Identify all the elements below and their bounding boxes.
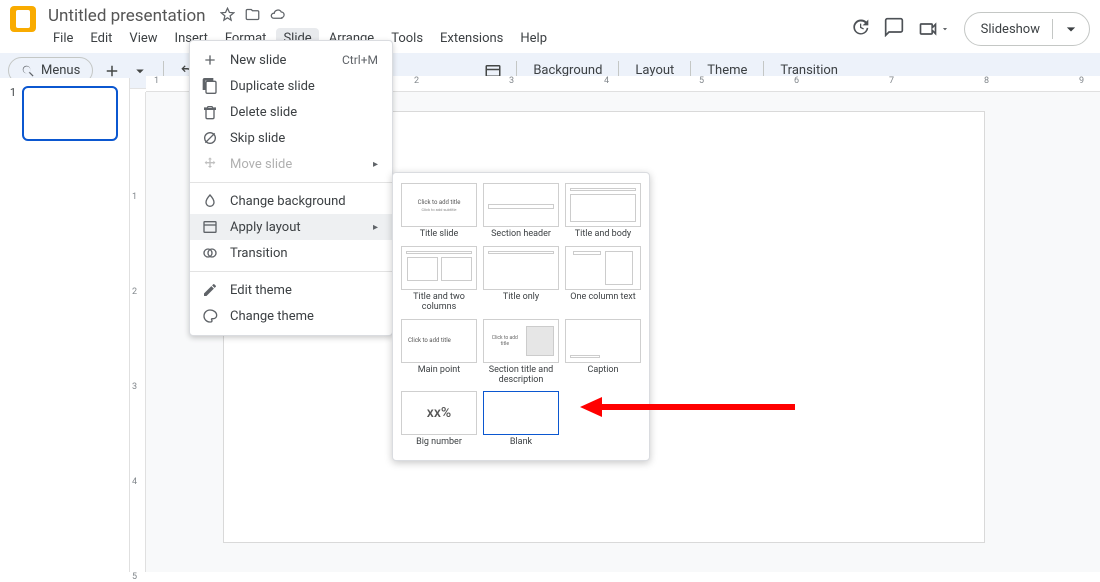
menu-label: Move slide (230, 157, 292, 172)
menu-label: Change background (230, 194, 346, 209)
menu-label: Apply layout (230, 220, 301, 235)
menu-label: Transition (230, 246, 288, 261)
layout-icon (202, 219, 218, 235)
layout-section-header[interactable]: Section header (483, 183, 559, 240)
thumb-number: 1 (6, 86, 16, 141)
menu-edit[interactable]: Edit (83, 28, 119, 49)
menu-delete-slide[interactable]: Delete slide (190, 99, 392, 125)
shortcut-label: Ctrl+M (342, 53, 378, 67)
menu-skip-slide[interactable]: Skip slide (190, 125, 392, 151)
menu-transition[interactable]: Transition (190, 240, 392, 266)
comments-icon[interactable] (884, 17, 904, 41)
slideshow-button[interactable]: Slideshow (964, 12, 1090, 46)
menu-label: Skip slide (230, 131, 285, 146)
app-header: Untitled presentation File Edit View Ins… (0, 0, 1100, 49)
menus-label: Menus (41, 63, 80, 78)
layout-blank[interactable]: Blank (483, 391, 559, 448)
layout-title-only[interactable]: Title only (483, 246, 559, 313)
layout-big-number[interactable]: xx% Big number (401, 391, 477, 448)
chevron-right-icon: ▸ (373, 159, 378, 170)
meet-button[interactable] (918, 19, 950, 39)
duplicate-icon (202, 78, 218, 94)
layout-two-columns[interactable]: Title and two columns (401, 246, 477, 313)
menu-duplicate-slide[interactable]: Duplicate slide (190, 73, 392, 99)
move-folder-icon[interactable] (245, 7, 260, 26)
menu-label: Edit theme (230, 283, 292, 298)
layout-title-body[interactable]: Title and body (565, 183, 641, 240)
slide-thumbnail[interactable] (22, 86, 118, 141)
menu-change-background[interactable]: Change background (190, 188, 392, 214)
hide-icon (202, 130, 218, 146)
star-icon[interactable] (220, 7, 235, 26)
menu-help[interactable]: Help (513, 28, 554, 49)
menu-edit-theme[interactable]: Edit theme (190, 277, 392, 303)
caret-down-icon (940, 24, 950, 34)
slides-logo[interactable] (10, 6, 36, 32)
layout-main-point[interactable]: Click to add title Main point (401, 319, 477, 386)
menu-file[interactable]: File (46, 28, 80, 49)
move-icon (202, 156, 218, 172)
chevron-right-icon: ▸ (373, 222, 378, 233)
menu-extensions[interactable]: Extensions (433, 28, 510, 49)
doc-title[interactable]: Untitled presentation (46, 6, 208, 26)
palette-icon (202, 308, 218, 324)
menu-move-slide: Move slide ▸ (190, 151, 392, 177)
cloud-status-icon[interactable] (270, 7, 285, 26)
layout-caption[interactable]: Caption (565, 319, 641, 386)
slide-menu: New slide Ctrl+M Duplicate slide Delete … (189, 40, 393, 336)
annotation-arrow (580, 400, 795, 414)
slideshow-label: Slideshow (981, 22, 1040, 37)
menu-change-theme[interactable]: Change theme (190, 303, 392, 329)
history-icon[interactable] (850, 17, 870, 41)
search-icon (21, 64, 35, 78)
droplet-icon (202, 193, 218, 209)
menu-label: Change theme (230, 309, 314, 324)
trash-icon (202, 104, 218, 120)
layout-title-slide[interactable]: Click to add titleClick to add subtitle … (401, 183, 477, 240)
menu-new-slide[interactable]: New slide Ctrl+M (190, 47, 392, 73)
menu-view[interactable]: View (122, 28, 164, 49)
pencil-icon (202, 282, 218, 298)
menu-label: Duplicate slide (230, 79, 315, 94)
ruler-vertical: 1 2 3 4 5 (130, 92, 146, 572)
plus-icon (202, 52, 218, 68)
layout-flyout: Click to add titleClick to add subtitle … (392, 172, 650, 461)
menu-apply-layout[interactable]: Apply layout ▸ (190, 214, 392, 240)
layout-one-column[interactable]: One column text (565, 246, 641, 313)
slide-thumbnails-panel: 1 (0, 78, 130, 572)
menu-label: New slide (230, 53, 286, 68)
menu-label: Delete slide (230, 105, 297, 120)
layout-section-title-desc[interactable]: Click to add title Section title and des… (483, 319, 559, 386)
transition-icon (202, 245, 218, 261)
menubar: File Edit View Insert Format Slide Arran… (46, 28, 850, 49)
slideshow-dropdown[interactable] (1052, 19, 1089, 39)
